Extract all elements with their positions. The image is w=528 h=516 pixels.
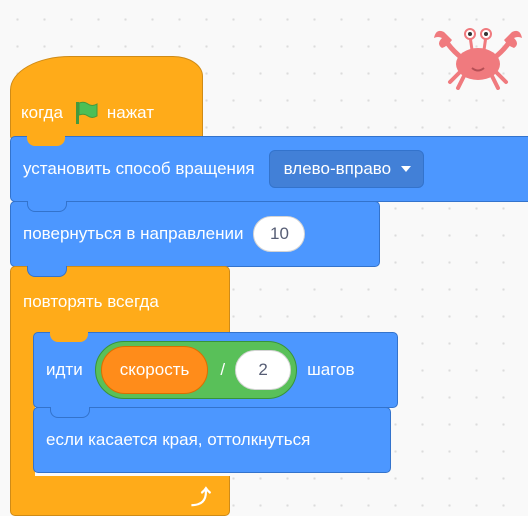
block-notch <box>50 407 90 418</box>
block-notch <box>27 201 67 212</box>
speed-variable-reporter[interactable]: скорость <box>100 346 209 394</box>
green-flag-icon <box>75 101 98 124</box>
rotation-style-dropdown[interactable]: влево-вправо <box>268 150 425 188</box>
set-rotation-style-block[interactable]: установить способ вращения влево-вправо <box>10 136 528 202</box>
direction-value: 10 <box>270 224 289 243</box>
crab-sprite-icon <box>434 28 522 90</box>
forever-block[interactable]: повторять всегда <box>10 266 230 336</box>
move-block-label: идти <box>46 360 83 379</box>
loop-arrow-icon: ⤴ <box>191 487 211 509</box>
forever-block-label: повторять всегда <box>23 291 159 311</box>
if-on-edge-bounce-block[interactable]: если касается края, оттолкнуться <box>33 407 391 473</box>
rotation-style-value: влево-вправо <box>283 159 392 178</box>
bounce-block-label: если касается края, оттолкнуться <box>46 430 311 449</box>
direction-block-label: повернуться в направлении <box>23 224 244 243</box>
divide-symbol: / <box>220 360 226 379</box>
direction-input[interactable]: 10 <box>253 216 306 252</box>
hat-when-label: когда <box>21 103 63 122</box>
chevron-down-icon <box>401 166 412 172</box>
block-notch <box>50 332 88 342</box>
code-workspace[interactable]: когда нажат установить способ вращения в… <box>0 0 528 516</box>
point-in-direction-block[interactable]: повернуться в направлении 10 <box>10 201 380 267</box>
divisor-value: 2 <box>258 360 268 379</box>
block-notch <box>27 266 67 277</box>
hat-clicked-label: нажат <box>106 103 154 122</box>
rotation-block-label: установить способ вращения <box>23 159 255 178</box>
block-notch <box>27 136 65 146</box>
forever-block-arm <box>10 330 35 480</box>
speed-variable-label: скорость <box>119 360 190 379</box>
move-steps-block[interactable]: идти скорость / 2 шагов <box>33 332 398 408</box>
forever-block-bottom[interactable]: ⤴ <box>10 476 230 516</box>
divisor-input[interactable]: 2 <box>235 350 292 390</box>
when-flag-clicked-block[interactable]: когда нажат <box>10 56 203 140</box>
move-steps-label: шагов <box>307 360 355 379</box>
divide-operator-block[interactable]: скорость / 2 <box>94 341 298 399</box>
